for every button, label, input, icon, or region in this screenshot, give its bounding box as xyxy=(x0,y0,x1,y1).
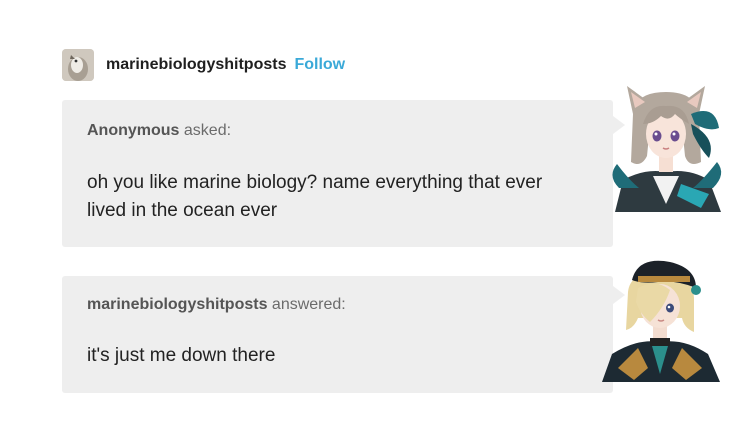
ask-message-line: oh you like marine biology? name everyth… xyxy=(87,172,543,193)
ask-meta: Anonymous asked: xyxy=(87,122,231,140)
user-avatar[interactable] xyxy=(62,49,94,81)
blonde-hat-character-portrait xyxy=(602,260,720,382)
post-header: marinebiologyshitposts Follow xyxy=(62,48,345,82)
asked-verb: asked: xyxy=(183,122,232,139)
ask-message-line: lived in the ocean ever xyxy=(87,200,278,221)
ask-message: oh you like marine biology? name everyth… xyxy=(87,169,587,225)
post-username[interactable]: marinebiologyshitposts xyxy=(106,56,286,74)
bird-avatar-icon xyxy=(62,49,94,81)
ask-bubble: Anonymous asked: oh you like marine biol… xyxy=(62,100,625,247)
answerer-name[interactable]: marinebiologyshitposts xyxy=(87,296,267,313)
asker-name: Anonymous xyxy=(87,122,180,139)
follow-button[interactable]: Follow xyxy=(294,56,345,74)
answer-meta: marinebiologyshitposts answered: xyxy=(87,296,346,314)
answered-verb: answered: xyxy=(271,296,346,313)
cat-ear-girl-portrait xyxy=(612,86,722,212)
answer-bubble: marinebiologyshitposts answered: it's ju… xyxy=(62,276,625,393)
answer-message: it's just me down there xyxy=(87,345,276,366)
